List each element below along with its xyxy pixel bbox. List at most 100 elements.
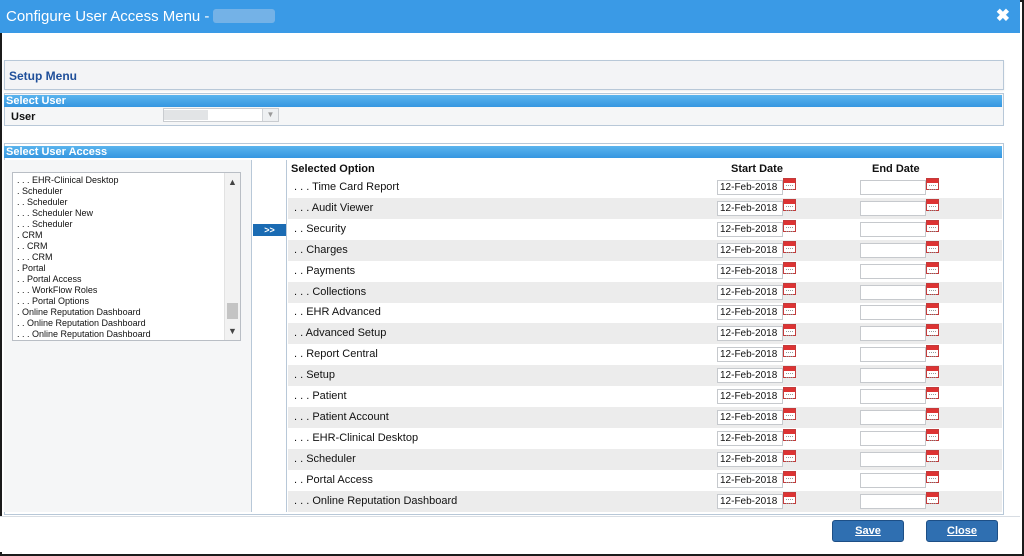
grid-row[interactable]: . . Charges 12-Feb-2018 bbox=[288, 239, 1002, 261]
start-date-field[interactable]: 12-Feb-2018 bbox=[717, 409, 783, 425]
calendar-icon[interactable] bbox=[926, 491, 939, 504]
calendar-icon[interactable] bbox=[783, 366, 796, 379]
end-date-field[interactable] bbox=[860, 200, 926, 216]
scroll-down-icon[interactable]: ▼ bbox=[225, 324, 240, 338]
start-date-field[interactable]: 12-Feb-2018 bbox=[717, 242, 783, 258]
calendar-icon[interactable] bbox=[783, 282, 796, 295]
grid-row[interactable]: . . Setup 12-Feb-2018 bbox=[288, 365, 1002, 387]
start-date-field[interactable]: 12-Feb-2018 bbox=[717, 368, 783, 384]
calendar-icon[interactable] bbox=[926, 198, 939, 211]
tree-item[interactable]: . CRM bbox=[17, 230, 43, 241]
calendar-icon[interactable] bbox=[783, 428, 796, 441]
calendar-icon[interactable] bbox=[783, 261, 796, 274]
end-date-field[interactable] bbox=[860, 389, 926, 404]
calendar-icon[interactable] bbox=[783, 219, 796, 232]
calendar-icon[interactable] bbox=[926, 470, 939, 483]
start-date-field[interactable]: 12-Feb-2018 bbox=[717, 263, 783, 279]
calendar-icon[interactable] bbox=[783, 345, 796, 358]
tree-item[interactable]: . Portal bbox=[17, 263, 46, 274]
grid-row[interactable]: . . Scheduler 12-Feb-2018 bbox=[288, 448, 1002, 470]
calendar-icon[interactable] bbox=[783, 178, 796, 190]
scroll-up-icon[interactable]: ▲ bbox=[225, 175, 240, 189]
grid-row[interactable]: . . Payments 12-Feb-2018 bbox=[288, 261, 1002, 282]
add-selected-button[interactable]: >> bbox=[253, 224, 286, 236]
start-date-field[interactable]: 12-Feb-2018 bbox=[717, 200, 783, 216]
calendar-icon[interactable] bbox=[926, 366, 939, 379]
user-dropdown[interactable]: ▼ bbox=[163, 108, 279, 122]
calendar-icon[interactable] bbox=[926, 387, 939, 399]
calendar-icon[interactable] bbox=[926, 240, 939, 253]
end-date-field[interactable] bbox=[860, 451, 926, 467]
tree-item[interactable]: . . . Scheduler bbox=[17, 219, 73, 230]
start-date-field[interactable]: 12-Feb-2018 bbox=[717, 430, 783, 446]
tree-item[interactable]: . . . Online Reputation Dashboard bbox=[17, 329, 151, 340]
end-date-field[interactable] bbox=[860, 472, 926, 488]
start-date-field[interactable]: 12-Feb-2018 bbox=[717, 305, 783, 321]
end-date-field[interactable] bbox=[860, 263, 926, 279]
end-date-field[interactable] bbox=[860, 430, 926, 446]
start-date-field[interactable]: 12-Feb-2018 bbox=[717, 326, 783, 342]
end-date-field[interactable] bbox=[860, 493, 926, 509]
start-date-field[interactable]: 12-Feb-2018 bbox=[717, 221, 783, 237]
calendar-icon[interactable] bbox=[926, 261, 939, 274]
tree-item[interactable]: . . Scheduler bbox=[17, 197, 68, 208]
start-date-field[interactable]: 12-Feb-2018 bbox=[717, 389, 783, 404]
tree-item[interactable]: . . CRM bbox=[17, 241, 48, 252]
start-date-field[interactable]: 12-Feb-2018 bbox=[717, 347, 783, 363]
end-date-field[interactable] bbox=[860, 368, 926, 384]
end-date-field[interactable] bbox=[860, 180, 926, 195]
calendar-icon[interactable] bbox=[783, 198, 796, 211]
grid-row[interactable]: . . Report Central 12-Feb-2018 bbox=[288, 344, 1002, 365]
grid-row[interactable]: . . Portal Access 12-Feb-2018 bbox=[288, 470, 1002, 491]
tree-scrollbar[interactable]: ▲ ▼ bbox=[224, 173, 240, 340]
calendar-icon[interactable] bbox=[926, 449, 939, 462]
calendar-icon[interactable] bbox=[926, 324, 939, 337]
tree-item[interactable]: . . Portal Access bbox=[17, 274, 82, 285]
grid-row[interactable]: . . . Online Reputation Dashboard 12-Feb-… bbox=[288, 490, 1002, 512]
grid-row[interactable]: . . EHR Advanced 12-Feb-2018 bbox=[288, 302, 1002, 323]
calendar-icon[interactable] bbox=[926, 345, 939, 358]
grid-row[interactable]: . . Advanced Setup 12-Feb-2018 bbox=[288, 323, 1002, 345]
scroll-thumb[interactable] bbox=[227, 303, 238, 319]
grid-row[interactable]: . . . Time Card Report 12-Feb-2018 bbox=[288, 177, 1002, 198]
calendar-icon[interactable] bbox=[783, 470, 796, 483]
tree-item[interactable]: . . Online Reputation Dashboard bbox=[17, 318, 146, 329]
calendar-icon[interactable] bbox=[926, 428, 939, 441]
calendar-icon[interactable] bbox=[926, 219, 939, 232]
tree-item[interactable]: . . . EHR-Clinical Desktop bbox=[17, 175, 119, 186]
calendar-icon[interactable] bbox=[783, 491, 796, 504]
start-date-field[interactable]: 12-Feb-2018 bbox=[717, 472, 783, 488]
calendar-icon[interactable] bbox=[926, 407, 939, 420]
grid-row[interactable]: . . . Patient 12-Feb-2018 bbox=[288, 386, 1002, 407]
end-date-field[interactable] bbox=[860, 409, 926, 425]
calendar-icon[interactable] bbox=[926, 303, 939, 316]
close-button[interactable]: Close bbox=[926, 520, 998, 542]
tree-item[interactable]: . Scheduler bbox=[17, 186, 63, 197]
grid-row[interactable]: . . Security 12-Feb-2018 bbox=[288, 219, 1002, 240]
grid-row[interactable]: . . . Collections 12-Feb-2018 bbox=[288, 281, 1002, 303]
end-date-field[interactable] bbox=[860, 347, 926, 363]
start-date-field[interactable]: 12-Feb-2018 bbox=[717, 284, 783, 300]
end-date-field[interactable] bbox=[860, 242, 926, 258]
grid-row[interactable]: . . . Audit Viewer 12-Feb-2018 bbox=[288, 197, 1002, 219]
start-date-field[interactable]: 12-Feb-2018 bbox=[717, 493, 783, 509]
grid-row[interactable]: . . . EHR-Clinical Desktop 12-Feb-2018 bbox=[288, 428, 1002, 449]
tree-item[interactable]: . Online Reputation Dashboard bbox=[17, 307, 141, 318]
tree-item[interactable]: . . . WorkFlow Roles bbox=[17, 285, 97, 296]
calendar-icon[interactable] bbox=[926, 282, 939, 295]
calendar-icon[interactable] bbox=[783, 407, 796, 420]
end-date-field[interactable] bbox=[860, 305, 926, 321]
end-date-field[interactable] bbox=[860, 221, 926, 237]
end-date-field[interactable] bbox=[860, 326, 926, 342]
calendar-icon[interactable] bbox=[783, 324, 796, 337]
start-date-field[interactable]: 12-Feb-2018 bbox=[717, 451, 783, 467]
tree-item[interactable]: . . . Scheduler New bbox=[17, 208, 93, 219]
tree-item[interactable]: . . . Portal Options bbox=[17, 296, 89, 307]
start-date-field[interactable]: 12-Feb-2018 bbox=[717, 180, 783, 195]
tree-item[interactable]: . . . CRM bbox=[17, 252, 53, 263]
calendar-icon[interactable] bbox=[783, 303, 796, 316]
calendar-icon[interactable] bbox=[783, 387, 796, 399]
calendar-icon[interactable] bbox=[783, 449, 796, 462]
chevron-down-icon[interactable]: ▼ bbox=[262, 109, 278, 121]
calendar-icon[interactable] bbox=[783, 240, 796, 253]
